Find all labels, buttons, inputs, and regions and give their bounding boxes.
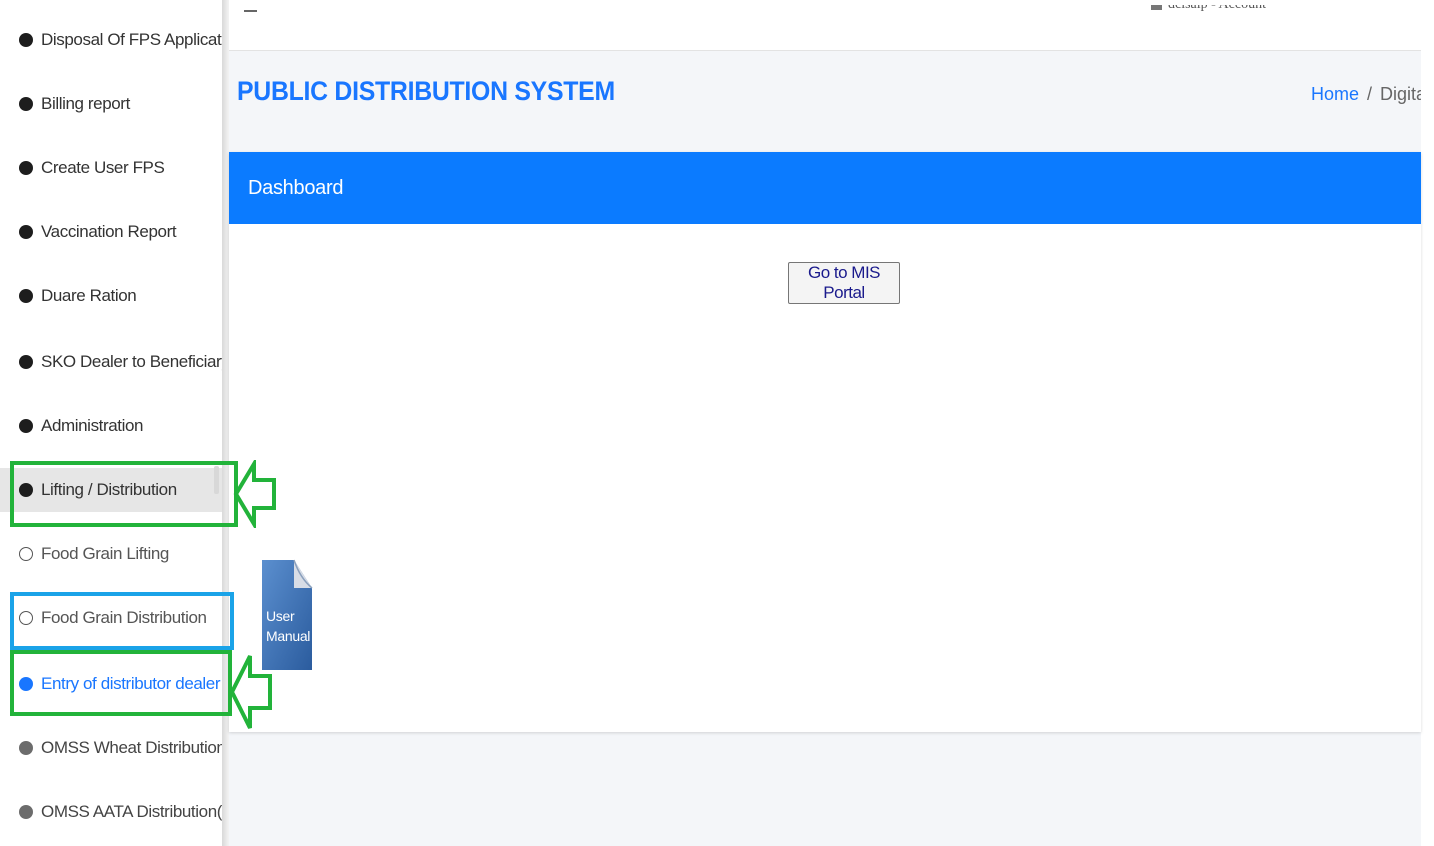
sidebar-item-label: Disposal Of FPS Applications	[41, 30, 222, 49]
user-menu[interactable]: dcisaip - Account	[1151, 5, 1266, 17]
sidebar-item-label: Duare Ration	[41, 286, 137, 305]
highlight-box-entry-of-distributor	[10, 650, 232, 716]
top-navbar: dcisaip - Account	[229, 0, 1421, 51]
sidebar-item-label: Billing report	[41, 94, 130, 113]
arrow-left-icon	[233, 460, 276, 528]
highlight-box-lifting-distribution	[10, 461, 238, 527]
sidebar-item-sko-dealer-to-beneficiary-map[interactable]: SKO Dealer to Beneficiary Map	[0, 340, 222, 384]
user-menu-label: dcisaip - Account	[1168, 5, 1266, 13]
breadcrumb-current: Digital	[1380, 84, 1421, 104]
hollow-circle-icon	[19, 547, 33, 561]
sidebar-item-administration[interactable]: Administration	[0, 404, 222, 448]
sidebar-item-label: OMSS Wheat Distribution(Incl	[41, 738, 222, 757]
page-title: PUBLIC DISTRIBUTION SYSTEM	[237, 76, 615, 106]
sidebar-item-food-grain-lifting[interactable]: Food Grain Lifting	[0, 532, 222, 576]
bullet-dot-icon	[19, 225, 33, 239]
bullet-dot-icon	[19, 161, 33, 175]
user-manual-label-line1: User	[266, 608, 295, 624]
go-to-mis-portal-button[interactable]: Go to MIS Portal	[788, 262, 900, 304]
card-header-title: Dashboard	[248, 176, 344, 199]
user-manual-label: User Manual	[266, 606, 310, 646]
sidebar-item-omss-aata-distribution[interactable]: OMSS AATA Distribution(Inclu	[0, 790, 222, 834]
sidebar-item-vaccination-report[interactable]: Vaccination Report	[0, 210, 222, 254]
bullet-dot-icon	[19, 419, 33, 433]
bullet-dot-icon	[19, 741, 33, 755]
bullet-dot-icon	[19, 33, 33, 47]
main-content: dcisaip - Account PUBLIC DISTRIBUTION SY…	[229, 0, 1421, 846]
sidebar-item-label: Administration	[41, 416, 144, 435]
bullet-dot-icon	[19, 97, 33, 111]
sidebar-item-disposal-of-fps-applications[interactable]: Disposal Of FPS Applications	[0, 18, 222, 62]
sidebar-item-label: Vaccination Report	[41, 222, 177, 241]
arrow-left-icon	[229, 655, 272, 729]
sidebar-item-duare-ration[interactable]: Duare Ration	[0, 274, 222, 318]
bullet-dot-icon	[19, 805, 33, 819]
user-icon	[1151, 5, 1162, 10]
breadcrumb: Home / Digital	[1311, 84, 1421, 105]
breadcrumb-home-link[interactable]: Home	[1311, 84, 1359, 105]
user-manual-label-line2: Manual	[266, 628, 311, 644]
bullet-dot-icon	[19, 355, 33, 369]
card-header: Dashboard	[229, 152, 1421, 224]
sidebar-item-label: SKO Dealer to Beneficiary Map	[41, 352, 222, 371]
sidebar-item-omss-wheat-distribution[interactable]: OMSS Wheat Distribution(Incl	[0, 726, 222, 770]
sidebar-item-billing-report[interactable]: Billing report	[0, 82, 222, 126]
sidebar-item-label: Food Grain Lifting	[41, 544, 169, 563]
dashboard-card: Dashboard Go to MIS Portal User Manual	[229, 152, 1421, 732]
bullet-dot-icon	[19, 289, 33, 303]
sidebar: Disposal Of FPS Applications Billing rep…	[0, 0, 222, 846]
sidebar-item-label: OMSS AATA Distribution(Inclu	[41, 802, 222, 821]
highlight-box-food-grain-distribution	[10, 592, 234, 650]
breadcrumb-separator: /	[1367, 84, 1373, 104]
sidebar-item-label: Create User FPS	[41, 158, 165, 177]
menu-icon[interactable]	[244, 10, 257, 12]
sidebar-item-create-user-fps[interactable]: Create User FPS	[0, 146, 222, 190]
